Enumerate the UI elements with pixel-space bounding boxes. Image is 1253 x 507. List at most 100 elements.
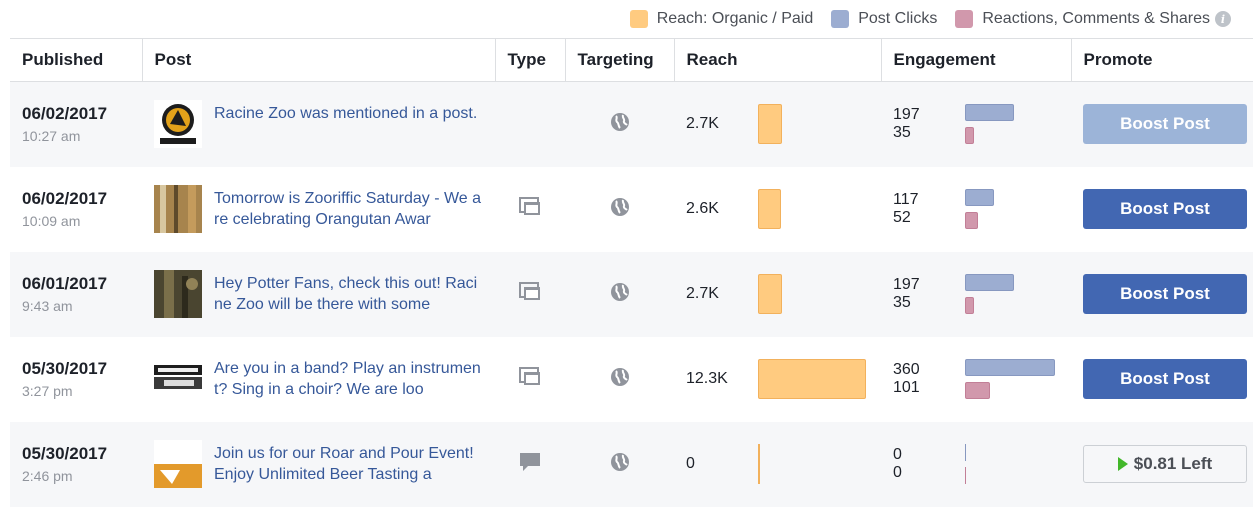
reactions-value: 52 [893, 209, 911, 226]
reactions-bar [965, 467, 966, 484]
boost-post-button[interactable]: Boost Post [1083, 189, 1247, 229]
post-clicks-bar [965, 444, 966, 461]
reach-value: 12.3K [686, 370, 728, 387]
targeting-cell [565, 252, 674, 337]
reactions-bar [965, 127, 974, 145]
reactions-value: 35 [893, 294, 911, 311]
boost-post-button[interactable]: Boost Post [1083, 274, 1247, 314]
reactions-value: 101 [893, 379, 920, 396]
post-cell: Racine Zoo was mentioned in a post. [142, 82, 495, 167]
header-reach[interactable]: Reach [673, 38, 881, 82]
published-date: 05/30/2017 [22, 444, 108, 463]
header-published[interactable]: Published [10, 38, 142, 82]
published-cell: 06/01/2017 9:43 am [10, 252, 142, 337]
published-cell: 06/02/2017 10:27 am [10, 82, 142, 167]
published-cell: 05/30/2017 2:46 pm [10, 422, 142, 507]
boost-post-button[interactable]: Boost Post [1083, 104, 1247, 145]
published-time: 10:09 am [22, 213, 81, 229]
legend-reach: Reach: Organic / Paid [629, 10, 814, 28]
engagement-cell: 360 101 [881, 337, 1071, 422]
album-icon [519, 366, 541, 391]
header-type[interactable]: Type [494, 38, 565, 82]
header-engagement[interactable]: Engagement [880, 38, 1071, 82]
legend-reach-swatch [629, 10, 648, 28]
post-clicks-value: 0 [893, 446, 902, 463]
reactions-bar [965, 212, 978, 229]
globe-icon [610, 452, 630, 476]
type-cell [495, 337, 565, 422]
post-thumbnail[interactable] [154, 185, 202, 233]
post-clicks-value: 117 [893, 191, 919, 208]
post-link[interactable]: Hey Potter Fans, check this out! Racine … [214, 273, 483, 315]
published-cell: 05/30/2017 3:27 pm [10, 337, 142, 422]
budget-left-label: $0.81 Left [1133, 454, 1213, 473]
info-icon[interactable]: i [1215, 11, 1231, 27]
post-thumbnail[interactable] [154, 355, 202, 403]
album-icon [519, 281, 541, 306]
globe-icon [610, 282, 630, 306]
header-targeting: Targeting [564, 38, 674, 82]
reach-bar [758, 444, 760, 484]
reach-cell: 0 [674, 422, 881, 507]
boost-post-button[interactable]: Boost Post [1083, 359, 1247, 399]
post-clicks-bar [965, 359, 1055, 376]
promote-cell: Boost Post [1071, 82, 1253, 167]
post-clicks-value: 197 [893, 276, 920, 293]
reach-cell: 2.7K [674, 252, 881, 337]
reach-cell: 12.3K [674, 337, 881, 422]
posts-table: Published Post Type Targeting Reach Enga… [10, 38, 1253, 507]
reach-value: 2.7K [686, 115, 719, 133]
reactions-bar [965, 297, 974, 314]
post-thumbnail[interactable] [154, 440, 202, 488]
table-row: 06/02/2017 10:09 am Tomorrow is Zooriffi… [10, 166, 1253, 252]
published-date: 06/02/2017 [22, 189, 108, 208]
post-cell: Join us for our Roar and Pour Event! Enj… [142, 422, 495, 507]
targeting-cell [565, 167, 674, 252]
engagement-cell: 117 52 [881, 167, 1071, 252]
type-cell [495, 422, 565, 507]
post-clicks-bar [965, 189, 994, 206]
reach-bar [758, 359, 866, 399]
engagement-cell: 197 35 [881, 252, 1071, 337]
reach-cell: 2.6K [674, 167, 881, 252]
table-row: 05/30/2017 3:27 pm Are you in a band? Pl… [10, 336, 1253, 422]
published-date: 06/02/2017 [22, 104, 108, 124]
legend-reach-label: Reach: Organic / Paid [656, 10, 814, 27]
reactions-value: 0 [893, 464, 902, 481]
reactions-value: 35 [893, 124, 911, 142]
post-thumbnail[interactable] [154, 270, 202, 318]
legend-clicks: Post Clicks [831, 10, 937, 28]
reach-bar [758, 189, 781, 229]
promote-cell: Boost Post [1071, 252, 1253, 337]
post-link[interactable]: Join us for our Roar and Pour Event! Enj… [214, 443, 483, 485]
table-row: 06/01/2017 9:43 am Hey Potter Fans, chec… [10, 251, 1253, 337]
reach-bar [758, 274, 782, 314]
post-cell: Are you in a band? Play an instrument? S… [142, 337, 495, 422]
globe-icon [610, 112, 630, 136]
globe-icon [610, 367, 630, 391]
comment-icon [519, 452, 541, 476]
type-cell [495, 82, 565, 167]
post-link[interactable]: Racine Zoo was mentioned in a post. [214, 103, 477, 145]
published-time: 3:27 pm [22, 383, 73, 399]
published-cell: 06/02/2017 10:09 am [10, 167, 142, 252]
reach-bar [758, 104, 782, 145]
play-icon [1117, 457, 1128, 471]
engagement-cell: 0 0 [881, 422, 1071, 507]
chart-legend: Reach: Organic / Paid Post Clicks Reacti… [629, 0, 1231, 38]
post-clicks-bar [965, 274, 1014, 291]
table-row: 05/30/2017 2:46 pm Join us for our Roar … [10, 421, 1253, 507]
type-cell [495, 167, 565, 252]
published-date: 06/01/2017 [22, 274, 108, 293]
reach-cell: 2.7K [674, 82, 881, 167]
post-clicks-bar [965, 104, 1014, 122]
legend-reactions-swatch [955, 10, 974, 28]
budget-left-button[interactable]: $0.81 Left [1083, 445, 1247, 483]
table-header-row: Published Post Type Targeting Reach Enga… [10, 38, 1253, 82]
published-time: 2:46 pm [22, 468, 73, 484]
post-link[interactable]: Tomorrow is Zooriffic Saturday - We are … [214, 188, 483, 230]
post-thumbnail[interactable] [154, 100, 202, 149]
table-row: 06/02/2017 10:27 am Racine Zoo was menti… [10, 81, 1253, 167]
promote-cell: $0.81 Left [1071, 422, 1253, 507]
post-link[interactable]: Are you in a band? Play an instrument? S… [214, 358, 483, 400]
